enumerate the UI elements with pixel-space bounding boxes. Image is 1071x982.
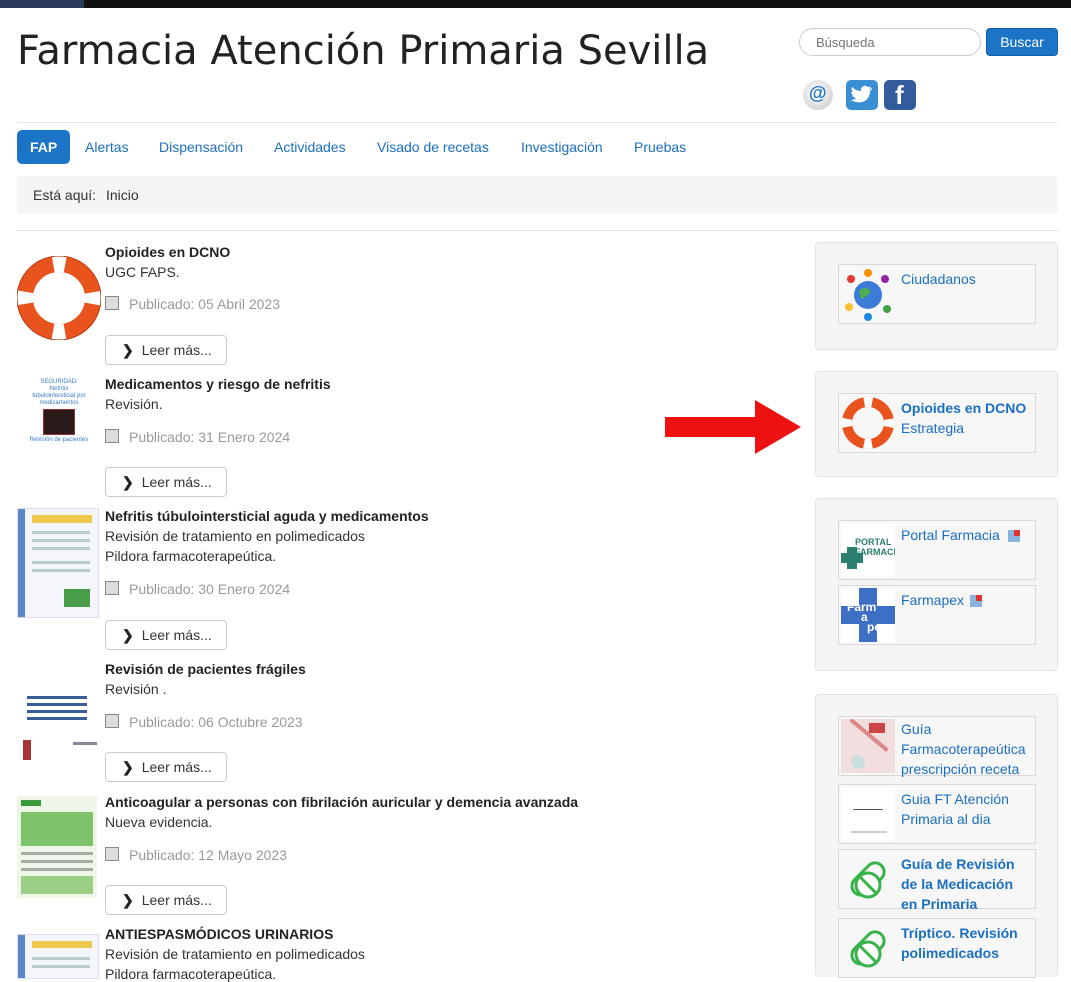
nav-dispensacion[interactable]: Dispensación bbox=[159, 130, 243, 164]
article-intro: UGC FAPS. bbox=[105, 264, 180, 280]
chevron-right-icon: ❯ bbox=[122, 758, 134, 775]
chevron-right-icon: ❯ bbox=[122, 473, 134, 490]
article-title[interactable]: Anticoagular a personas con fibrilación … bbox=[105, 794, 578, 810]
chevron-right-icon: ❯ bbox=[122, 341, 134, 358]
pill-icon bbox=[841, 852, 895, 906]
top-bar bbox=[0, 0, 1071, 8]
sidebar-link-label[interactable]: Portal Farmacia bbox=[901, 525, 1020, 545]
farmapex-logo: Farm a pex bbox=[841, 588, 895, 642]
sidebar-link-label[interactable]: Guía Farmacoterapeútica prescripción recet… bbox=[901, 719, 1026, 779]
site-title[interactable]: Farmacia Atención Primaria Sevilla bbox=[17, 28, 709, 74]
sidebar-link-label[interactable]: Guia FT Atención Primaria al dia bbox=[901, 789, 1009, 829]
guia-ft-thumbnail bbox=[841, 719, 895, 773]
calendar-icon bbox=[105, 714, 119, 728]
nav-investigacion[interactable]: Investigación bbox=[521, 130, 603, 164]
read-more-button[interactable]: ❯ Leer más... bbox=[105, 885, 227, 915]
sidebar-link-opioides[interactable]: Opioides en DCNO Estrategia bbox=[838, 393, 1036, 453]
sidebar-link-label[interactable]: Tríptico. Revisión polimedicados bbox=[901, 923, 1018, 963]
calendar-icon bbox=[105, 429, 119, 443]
nav-fap[interactable]: FAP bbox=[17, 130, 71, 164]
sidebar-link-guia-ap[interactable]: Guia FT Atención Primaria al dia bbox=[838, 784, 1036, 844]
nephritis-thumbnail[interactable]: SEGURIDAD: Nefritis túbulointersticial p… bbox=[17, 376, 101, 460]
nav-alertas[interactable]: Alertas bbox=[85, 130, 129, 164]
chevron-right-icon: ❯ bbox=[122, 626, 134, 643]
sidebar-link-triptico[interactable]: Tríptico. Revisión polimedicados bbox=[838, 918, 1036, 978]
antiespasmodicos-thumbnail[interactable] bbox=[17, 934, 99, 979]
sidebar-link-label[interactable]: Ciudadanos bbox=[901, 269, 976, 289]
frail-patients-thumbnail[interactable] bbox=[17, 690, 99, 766]
sidebar-link-ciudadanos[interactable]: Ciudadanos bbox=[838, 264, 1036, 324]
article-intro: Revisión de tratamiento en polimedicados bbox=[105, 528, 365, 544]
article-intro: Pildora farmacoterapeútica. bbox=[105, 966, 277, 982]
article-title[interactable]: Medicamentos y riesgo de nefritis bbox=[105, 376, 331, 392]
anticoagulant-thumbnail[interactable] bbox=[17, 796, 97, 898]
breadcrumb-label: Está aquí: bbox=[33, 187, 97, 203]
lifebuoy-thumbnail[interactable] bbox=[17, 256, 101, 340]
article-intro: Revisión . bbox=[105, 681, 167, 697]
guia-ap-thumbnail bbox=[841, 787, 895, 841]
nav-visado-recetas[interactable]: Visado de recetas bbox=[377, 130, 489, 164]
twitter-icon[interactable] bbox=[846, 80, 878, 110]
article-title[interactable]: Revisión de pacientes frágiles bbox=[105, 661, 306, 677]
kidney-image bbox=[43, 409, 75, 435]
article-date: Publicado: 30 Enero 2024 bbox=[105, 581, 290, 597]
read-more-button[interactable]: ❯ Leer más... bbox=[105, 335, 227, 365]
breadcrumb-current[interactable]: Inicio bbox=[106, 187, 139, 203]
sidebar-link-guia-ft[interactable]: Guía Farmacoterapeútica prescripción recet… bbox=[838, 716, 1036, 779]
nav-actividades[interactable]: Actividades bbox=[274, 130, 346, 164]
sidebar-link-farmapex[interactable]: Farm a pex Farmapex bbox=[838, 585, 1036, 645]
globe-people-icon bbox=[841, 267, 895, 321]
email-icon[interactable]: @ bbox=[803, 80, 833, 110]
lifebuoy-icon bbox=[841, 396, 895, 450]
header-divider bbox=[17, 122, 1058, 123]
article-intro: Pildora farmacoterapeútica. bbox=[105, 548, 277, 564]
article-title[interactable]: Nefritis túbulointersticial aguda y medi… bbox=[105, 508, 429, 524]
read-more-button[interactable]: ❯ Leer más... bbox=[105, 752, 227, 782]
read-more-button[interactable]: ❯ Leer más... bbox=[105, 467, 227, 497]
content-divider bbox=[17, 230, 1058, 231]
article-title[interactable]: Opioides en DCNO bbox=[105, 244, 230, 260]
nav-pruebas[interactable]: Pruebas bbox=[634, 130, 686, 164]
article-intro: Nueva evidencia. bbox=[105, 814, 213, 830]
portal-farmacia-logo: PORTAL FARMACIA bbox=[841, 523, 895, 577]
search-button[interactable]: Buscar bbox=[986, 28, 1058, 56]
article-title[interactable]: ANTIESPASMÓDICOS URINARIOS bbox=[105, 926, 333, 942]
calendar-icon bbox=[105, 581, 119, 595]
article-date: Publicado: 05 Abril 2023 bbox=[105, 296, 280, 312]
sidebar-link-label[interactable]: Opioides en DCNO Estrategia bbox=[901, 398, 1026, 438]
pill-icon bbox=[841, 921, 895, 975]
article-date: Publicado: 31 Enero 2024 bbox=[105, 429, 290, 445]
article-intro: Revisión. bbox=[105, 396, 163, 412]
sidebar-link-portal-farmacia[interactable]: PORTAL FARMACIA Portal Farmacia bbox=[838, 520, 1036, 580]
breadcrumb: Está aquí: Inicio bbox=[17, 176, 1058, 214]
red-arrow-icon bbox=[665, 400, 801, 457]
article-date: Publicado: 12 Mayo 2023 bbox=[105, 847, 287, 863]
sidebar-link-label[interactable]: Guía de Revisión de la Medicación en Prima… bbox=[901, 854, 1015, 914]
read-more-button[interactable]: ❯ Leer más... bbox=[105, 620, 227, 650]
top-bar-accent bbox=[0, 0, 84, 8]
calendar-icon bbox=[105, 296, 119, 310]
sidebar-link-guia-revision[interactable]: Guía de Revisión de la Medicación en Prima… bbox=[838, 849, 1036, 912]
sidebar-link-label[interactable]: Farmapex bbox=[901, 590, 982, 610]
chevron-right-icon: ❯ bbox=[122, 891, 134, 908]
pildora-thumbnail[interactable] bbox=[17, 508, 99, 618]
calendar-icon bbox=[105, 847, 119, 861]
article-date: Publicado: 06 Octubre 2023 bbox=[105, 714, 303, 730]
facebook-icon[interactable]: f bbox=[884, 80, 916, 110]
search-input[interactable] bbox=[799, 28, 981, 56]
article-intro: Revisión de tratamiento en polimedicados bbox=[105, 946, 365, 962]
